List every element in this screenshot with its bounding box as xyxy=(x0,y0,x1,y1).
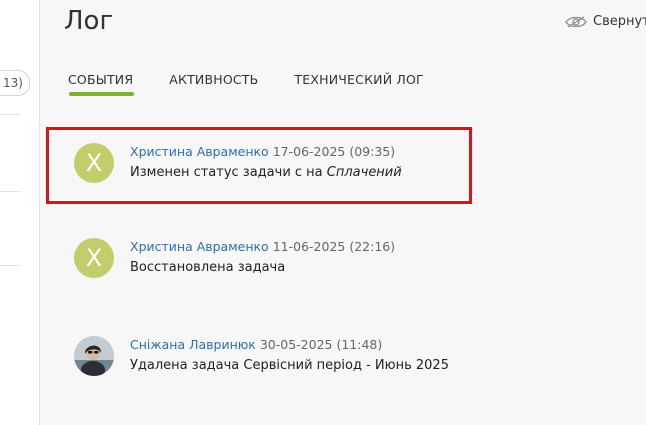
divider xyxy=(0,114,20,115)
app-root: 13) Лог Свернуть СОБЫТИЯ АКТИВНОСТЬ xyxy=(0,0,646,425)
status-value: Сплачений xyxy=(326,165,402,180)
left-pane: 13) xyxy=(0,0,40,425)
log-entry: Х Христина Авраменко 11-06-2025 (22:16) В… xyxy=(74,238,395,278)
avatar-photo xyxy=(74,336,114,376)
page-title: Лог xyxy=(64,6,114,36)
avatar: Х xyxy=(74,143,114,183)
author-link[interactable]: Христина Авраменко xyxy=(130,144,269,159)
tab-label: ТЕХНИЧЕСКИЙ ЛОГ xyxy=(294,72,424,87)
entry-header: Сніжана Лавринюк 30-05-2025 (11:48) xyxy=(130,337,449,353)
entry-text-main: Изменен статус задачи с на xyxy=(130,165,327,180)
avatar: Х xyxy=(74,238,114,278)
tab-bar: СОБЫТИЯ АКТИВНОСТЬ ТЕХНИЧЕСКИЙ ЛОГ xyxy=(68,72,460,96)
count-badge: 13) xyxy=(0,70,30,96)
entry-date: 17-06-2025 (09:35) xyxy=(272,144,396,159)
divider xyxy=(0,191,20,192)
entry-text: Изменен статус задачи с на Сплачений xyxy=(130,165,402,180)
entry-date: 11-06-2025 (22:16) xyxy=(272,239,396,254)
author-link[interactable]: Сніжана Лавринюк xyxy=(130,337,256,352)
entry-header: Христина Авраменко 17-06-2025 (09:35) xyxy=(130,144,402,160)
tab-label: СОБЫТИЯ xyxy=(68,72,134,87)
divider xyxy=(0,265,20,266)
collapse-button[interactable]: Свернуть xyxy=(565,14,646,29)
log-panel: Лог Свернуть СОБЫТИЯ АКТИВНОСТЬ ТЕХНИЧЕС… xyxy=(44,0,646,425)
eye-icon xyxy=(565,15,587,29)
log-entry: Сніжана Лавринюк 30-05-2025 (11:48) Удале… xyxy=(74,336,449,376)
log-entry: Х Христина Авраменко 17-06-2025 (09:35) И… xyxy=(74,143,402,183)
entry-date: 30-05-2025 (11:48) xyxy=(259,337,383,352)
entry-body: Сніжана Лавринюк 30-05-2025 (11:48) Удале… xyxy=(130,336,449,373)
tab-events[interactable]: СОБЫТИЯ xyxy=(68,72,135,96)
collapse-label: Свернуть xyxy=(593,14,646,29)
user-photo-icon xyxy=(74,336,114,376)
tab-label: АКТИВНОСТЬ xyxy=(169,72,259,87)
entry-text: Удалена задача Сервісний період - Июнь 2… xyxy=(130,358,449,373)
entry-body: Христина Авраменко 11-06-2025 (22:16) Вос… xyxy=(130,238,395,275)
tab-technical-log[interactable]: ТЕХНИЧЕСКИЙ ЛОГ xyxy=(294,72,423,96)
author-link[interactable]: Христина Авраменко xyxy=(130,239,269,254)
tab-activity[interactable]: АКТИВНОСТЬ xyxy=(169,72,258,96)
entry-body: Христина Авраменко 17-06-2025 (09:35) Изм… xyxy=(130,143,402,180)
entry-text: Восстановлена задача xyxy=(130,260,286,275)
entry-header: Христина Авраменко 11-06-2025 (22:16) xyxy=(130,239,395,255)
